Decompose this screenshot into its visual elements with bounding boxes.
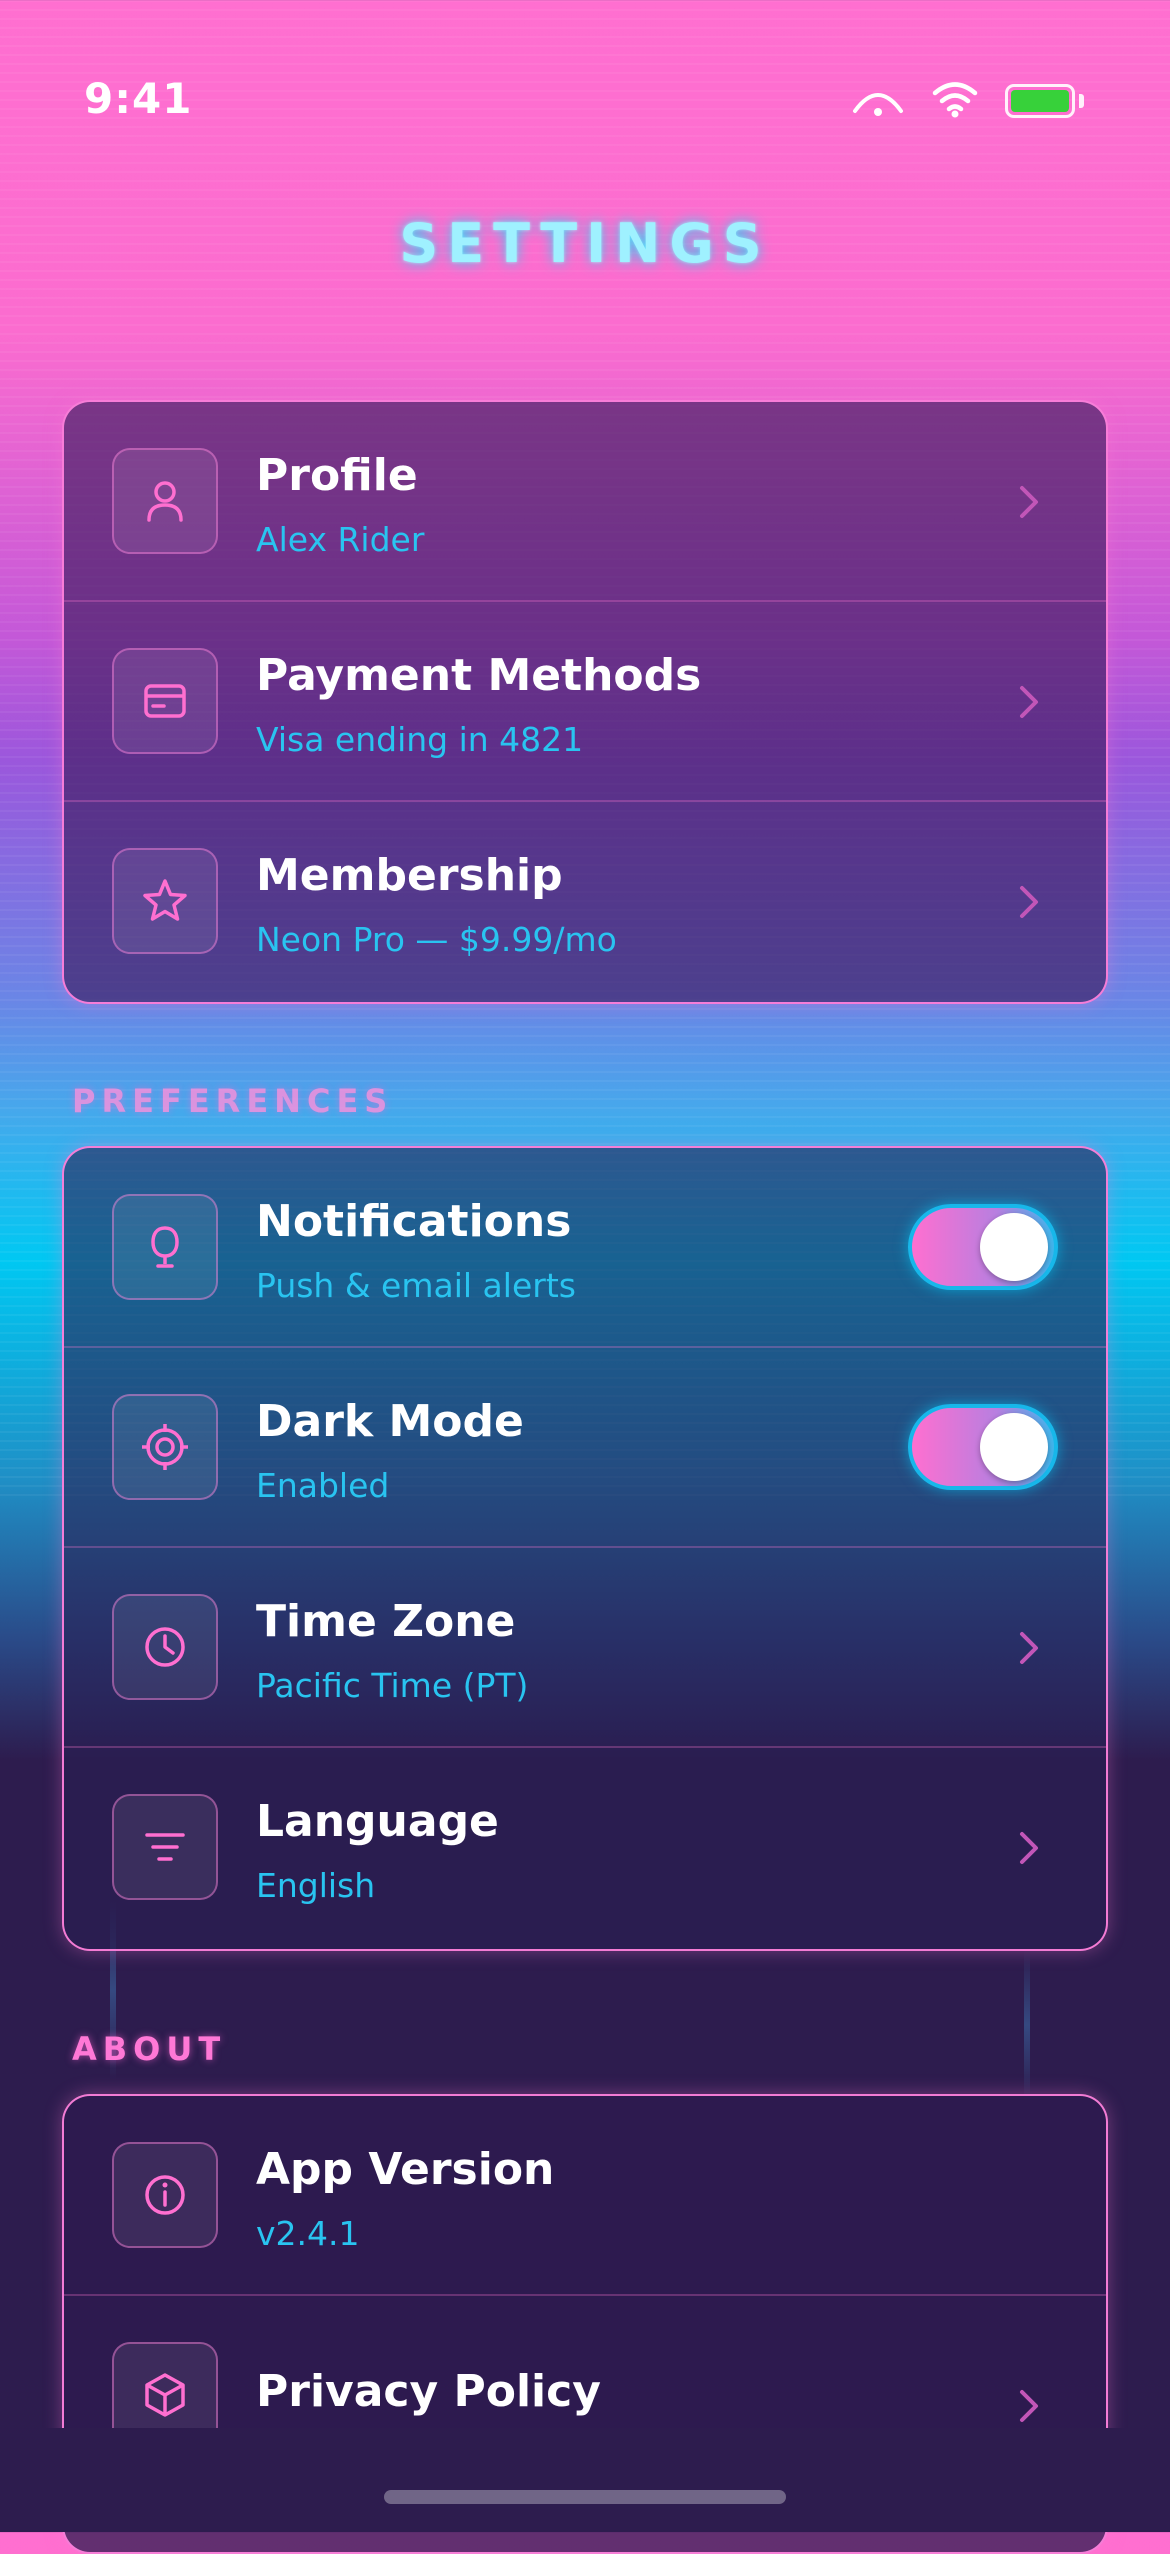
row-subtitle: v2.4.1 <box>256 2214 360 2253</box>
dark-mode-toggle[interactable] <box>908 1404 1058 1490</box>
preferences-group: Notifications Push & email alerts Dark M… <box>62 1146 1108 1951</box>
settings-row-profile[interactable]: Profile Alex Rider <box>64 402 1106 602</box>
status-icons <box>851 80 1084 122</box>
decorative-line <box>1024 1950 1030 2100</box>
account-group: Profile Alex Rider Payment Methods Visa … <box>62 400 1108 1004</box>
info-icon <box>112 2142 218 2248</box>
settings-row-payment-methods[interactable]: Payment Methods Visa ending in 4821 <box>64 602 1106 802</box>
notifications-toggle[interactable] <box>908 1204 1058 1290</box>
row-title: Membership <box>256 850 563 901</box>
bottom-safe-area <box>0 2428 1170 2532</box>
toggle-knob <box>980 1213 1048 1281</box>
section-label-about: ABOUT <box>72 2030 227 2068</box>
settings-row-time-zone[interactable]: Time Zone Pacific Time (PT) <box>64 1548 1106 1748</box>
row-subtitle: Neon Pro — $9.99/mo <box>256 920 617 959</box>
row-subtitle: Pacific Time (PT) <box>256 1666 529 1705</box>
chevron-right-icon <box>1020 1632 1038 1664</box>
chevron-right-icon <box>1020 886 1038 918</box>
chevron-right-icon <box>1020 686 1038 718</box>
battery-level <box>1011 90 1069 112</box>
row-title: Dark Mode <box>256 1396 524 1447</box>
filter-lines-icon <box>112 1794 218 1900</box>
status-time: 9:41 <box>84 74 193 123</box>
battery-tip <box>1079 94 1084 108</box>
home-indicator[interactable] <box>384 2490 786 2504</box>
toggle-knob <box>980 1413 1048 1481</box>
row-title: Language <box>256 1796 499 1847</box>
chevron-right-icon <box>1020 486 1038 518</box>
row-title: Time Zone <box>256 1596 516 1647</box>
wifi-icon <box>931 80 979 122</box>
row-subtitle: Visa ending in 4821 <box>256 720 584 759</box>
row-title: Notifications <box>256 1196 572 1247</box>
row-title: Privacy Policy <box>256 2366 601 2417</box>
chevron-right-icon <box>1020 1832 1038 1864</box>
settings-row-language[interactable]: Language English <box>64 1748 1106 1948</box>
page-title: SETTINGS <box>399 212 771 275</box>
status-bar: 9:41 <box>0 0 1170 210</box>
cellular-signal-icon <box>851 81 905 121</box>
row-subtitle: Alex Rider <box>256 520 425 559</box>
settings-row-app-version[interactable]: App Version v2.4.1 <box>64 2096 1106 2296</box>
target-icon <box>112 1394 218 1500</box>
battery-icon <box>1005 84 1075 118</box>
chevron-right-icon <box>1020 2390 1038 2422</box>
credit-card-icon <box>112 648 218 754</box>
row-subtitle: Enabled <box>256 1466 390 1505</box>
star-icon <box>112 848 218 954</box>
settings-row-membership[interactable]: Membership Neon Pro — $9.99/mo <box>64 802 1106 1002</box>
row-title: Profile <box>256 450 418 501</box>
bell-icon <box>112 1194 218 1300</box>
clock-icon <box>112 1594 218 1700</box>
settings-row-dark-mode: Dark Mode Enabled <box>64 1348 1106 1548</box>
row-subtitle: Push & email alerts <box>256 1266 576 1305</box>
user-icon <box>112 448 218 554</box>
row-title: App Version <box>256 2144 555 2195</box>
section-label-preferences: PREFERENCES <box>72 1082 394 1120</box>
row-subtitle: English <box>256 1866 376 1905</box>
row-title: Payment Methods <box>256 650 702 701</box>
settings-row-notifications: Notifications Push & email alerts <box>64 1148 1106 1348</box>
